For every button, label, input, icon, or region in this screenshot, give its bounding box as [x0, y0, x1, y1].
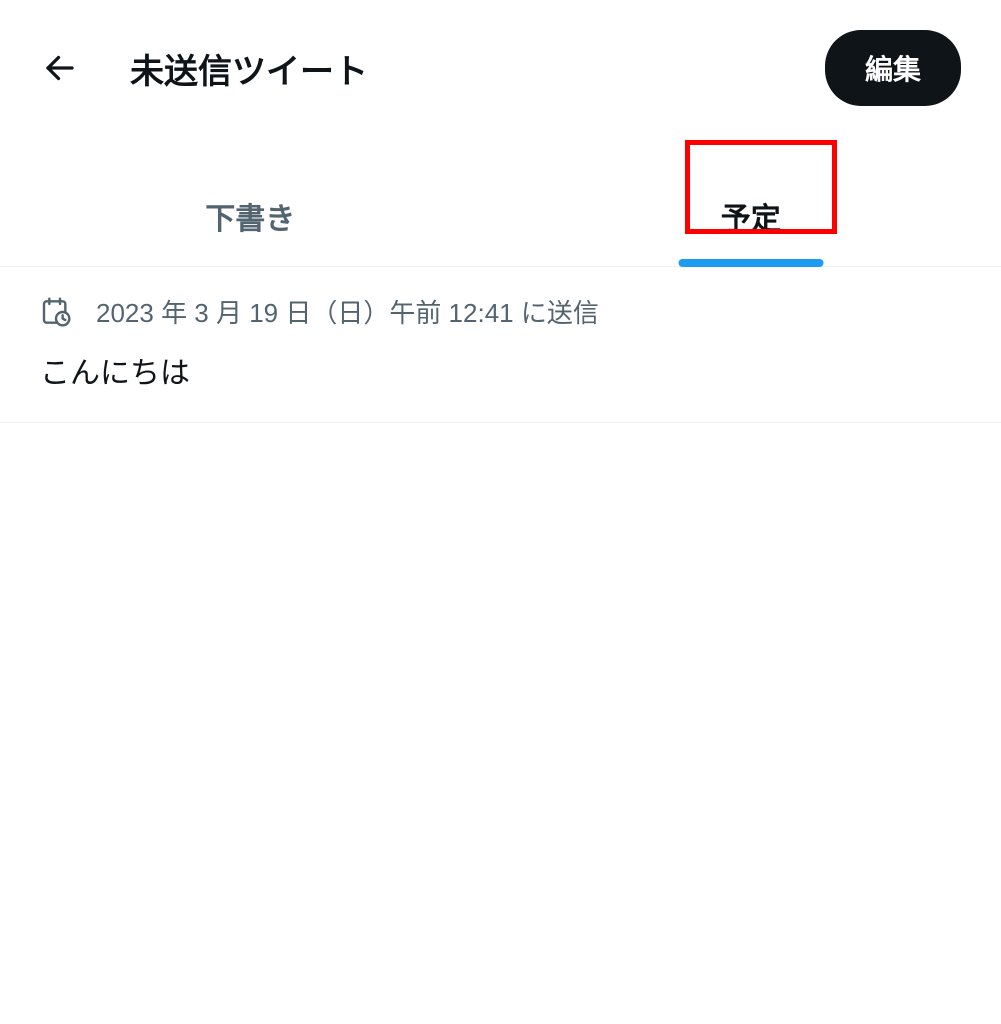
tab-scheduled-label: 予定: [721, 203, 781, 236]
scheduled-content-text: こんにちは: [40, 348, 961, 392]
calendar-clock-icon: [40, 296, 72, 328]
arrow-left-icon: [42, 50, 78, 86]
edit-button[interactable]: 編集: [825, 30, 961, 106]
tab-drafts-label: 下書き: [205, 203, 295, 236]
scheduled-meta: 2023 年 3 月 19 日（日）午前 12:41 に送信: [40, 293, 961, 330]
header: 未送信ツイート 編集: [0, 0, 1001, 136]
tab-scheduled[interactable]: 予定: [501, 166, 1001, 266]
page-title: 未送信ツイート: [130, 44, 368, 93]
list-item[interactable]: 2023 年 3 月 19 日（日）午前 12:41 に送信 こんにちは: [0, 267, 1001, 423]
tab-drafts[interactable]: 下書き: [0, 166, 501, 266]
back-button[interactable]: [40, 48, 80, 88]
tabs: 下書き 予定: [0, 166, 1001, 267]
tab-active-indicator: [678, 259, 823, 267]
scheduled-list: 2023 年 3 月 19 日（日）午前 12:41 に送信 こんにちは: [0, 267, 1001, 423]
scheduled-time-text: 2023 年 3 月 19 日（日）午前 12:41 に送信: [96, 293, 599, 330]
